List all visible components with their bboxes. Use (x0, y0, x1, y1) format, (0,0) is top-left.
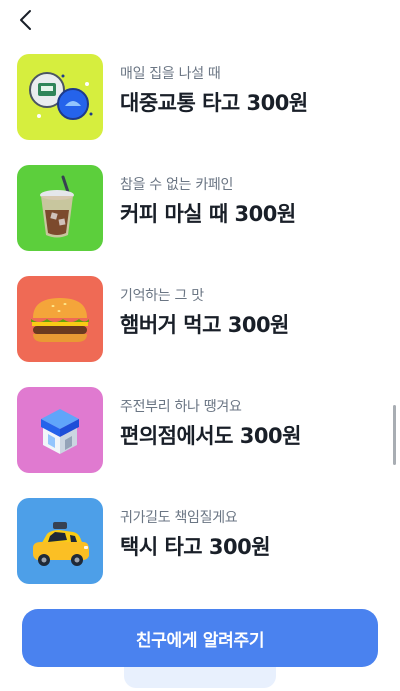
taxi-icon (33, 522, 89, 566)
screen: 매일 집을 나설 때 대중교통 타고 300원 참을 수 없는 카페인 커피 마… (0, 0, 400, 691)
item-subtitle: 매일 집을 나설 때 (120, 66, 221, 82)
list-item[interactable]: 참을 수 없는 카페인 커피 마실 때 300원 (0, 165, 400, 276)
list-item[interactable]: 매일 집을 나설 때 대중교통 타고 300원 (0, 54, 400, 165)
list-item[interactable]: 기억하는 그 맛 햄버거 먹고 300원 (0, 276, 400, 387)
thumbnail (17, 498, 103, 584)
hamburger-icon (31, 298, 89, 342)
item-title: 대중교통 타고 300원 (120, 91, 308, 115)
thumbnail (17, 276, 103, 362)
item-title: 햄버거 먹고 300원 (120, 313, 289, 337)
thumbnail (17, 165, 103, 251)
item-subtitle: 귀가길도 책임질게요 (120, 510, 238, 526)
list-item[interactable]: 주전부리 하나 땡겨요 편의점에서도 300원 (0, 387, 400, 498)
thumbnail (17, 387, 103, 473)
convenience-store-icon (41, 409, 79, 454)
item-title: 택시 타고 300원 (120, 535, 271, 559)
item-title: 편의점에서도 300원 (120, 424, 301, 448)
chevron-left-icon (20, 10, 31, 30)
thumbnail (17, 54, 103, 140)
benefit-list: 매일 집을 나설 때 대중교통 타고 300원 참을 수 없는 카페인 커피 마… (0, 54, 400, 609)
scrollbar[interactable] (393, 405, 396, 465)
item-title: 커피 마실 때 300원 (120, 202, 296, 226)
iced-coffee-icon (40, 175, 74, 238)
item-subtitle: 주전부리 하나 땡겨요 (120, 399, 242, 415)
item-subtitle: 기억하는 그 맛 (120, 288, 204, 304)
share-with-friends-button[interactable]: 친구에게 알려주기 (22, 609, 378, 667)
transit-card-icon (29, 72, 93, 120)
item-subtitle: 참을 수 없는 카페인 (120, 177, 234, 193)
back-button[interactable] (12, 6, 40, 34)
